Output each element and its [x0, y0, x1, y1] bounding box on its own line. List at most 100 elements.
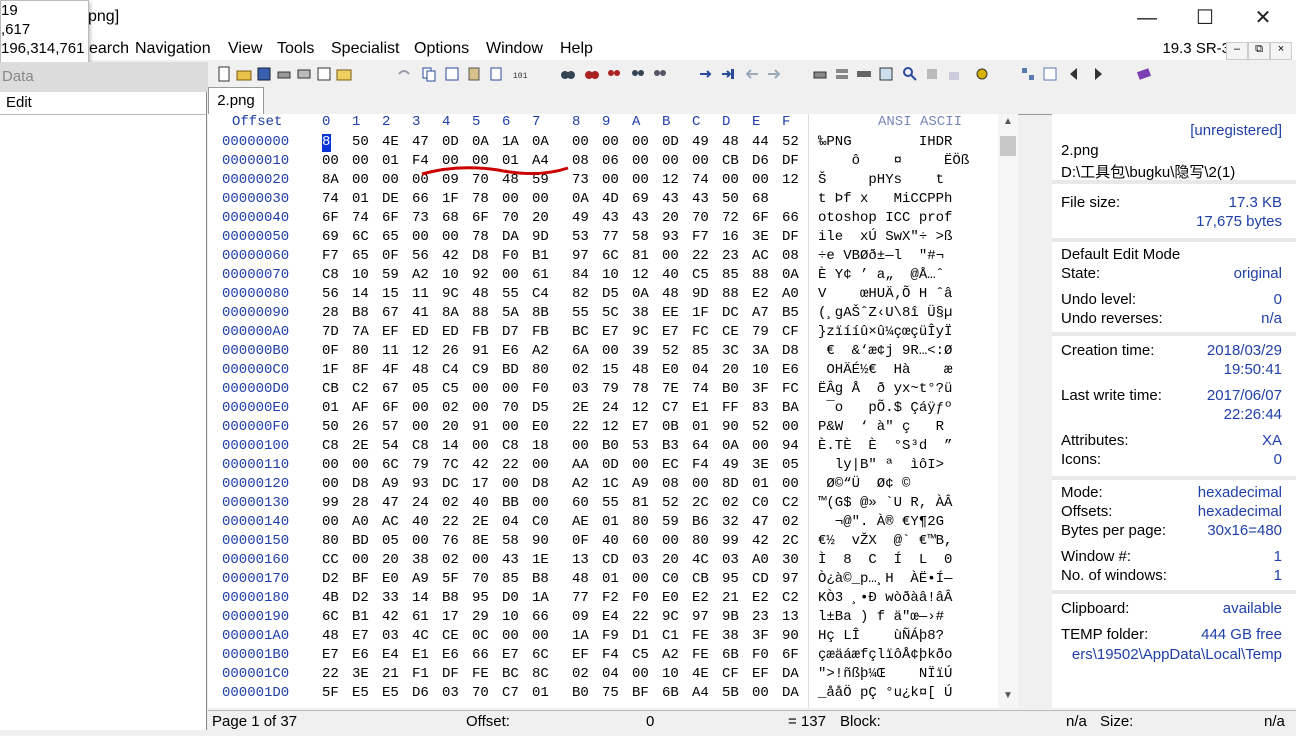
scroll-up-icon[interactable]: ▲ — [1000, 116, 1016, 132]
hex-byte[interactable]: 59 — [382, 266, 399, 285]
binary-icon[interactable]: 101 — [513, 66, 529, 82]
hex-byte[interactable]: A2 — [572, 475, 589, 494]
hex-byte[interactable]: E4 — [382, 646, 399, 665]
hex-byte[interactable]: AA — [572, 456, 589, 475]
hex-byte[interactable]: E2 — [752, 589, 769, 608]
hex-byte[interactable]: CD — [752, 570, 769, 589]
hex-byte[interactable]: 04 — [602, 665, 619, 684]
hex-byte[interactable]: 70 — [472, 684, 489, 703]
hex-byte[interactable]: AF — [352, 399, 369, 418]
hex-byte[interactable]: CB — [692, 570, 709, 589]
forward-icon[interactable] — [766, 66, 782, 82]
hex-byte[interactable]: 9C — [662, 608, 679, 627]
hex-byte[interactable]: 01 — [352, 190, 369, 209]
hex-byte[interactable]: 14 — [352, 285, 369, 304]
hex-byte[interactable]: 41 — [412, 304, 429, 323]
hex-byte[interactable]: 00 — [752, 684, 769, 703]
hex-byte[interactable]: D8 — [532, 475, 549, 494]
hex-byte[interactable]: ED — [412, 323, 429, 342]
hex-byte[interactable]: CE — [722, 323, 739, 342]
hex-byte[interactable]: 70 — [472, 570, 489, 589]
hex-byte[interactable]: 48 — [722, 133, 739, 152]
hex-byte[interactable]: 75 — [602, 684, 619, 703]
hex-byte[interactable]: 0D — [602, 456, 619, 475]
hex-byte[interactable]: 67 — [382, 380, 399, 399]
hex-byte[interactable]: 70 — [692, 209, 709, 228]
hex-byte[interactable]: 72 — [722, 209, 739, 228]
hex-byte[interactable]: 01 — [602, 513, 619, 532]
hex-byte[interactable]: 0F — [322, 342, 339, 361]
hex-byte[interactable]: 00 — [532, 190, 549, 209]
find-icon[interactable] — [560, 66, 576, 82]
hex-byte[interactable]: 22 — [692, 247, 709, 266]
hex-byte[interactable]: 00 — [502, 380, 519, 399]
mdi-restore-button[interactable]: ⧉ — [1248, 42, 1270, 60]
hex-byte[interactable]: BB — [502, 494, 519, 513]
hex-byte[interactable]: 97 — [572, 247, 589, 266]
hex-byte[interactable]: DA — [782, 684, 799, 703]
hex-byte[interactable]: 1A — [532, 589, 549, 608]
hex-byte[interactable]: BF — [352, 570, 369, 589]
hex-byte[interactable]: FE — [692, 646, 709, 665]
hex-byte[interactable]: 48 — [662, 285, 679, 304]
hex-byte[interactable]: 3A — [752, 342, 769, 361]
hex-byte[interactable]: 5F — [442, 570, 459, 589]
hex-byte[interactable]: 03 — [382, 627, 399, 646]
hex-byte[interactable]: 5B — [722, 684, 739, 703]
ascii-text[interactable]: Ì 8 C Í L 0 — [818, 551, 952, 570]
hex-byte[interactable]: 8E — [472, 532, 489, 551]
hex-byte[interactable]: 15 — [382, 285, 399, 304]
hex-byte[interactable]: EC — [662, 456, 679, 475]
hex-byte[interactable]: 7A — [352, 323, 369, 342]
hex-byte[interactable]: EE — [662, 304, 679, 323]
hex-byte[interactable]: 05 — [382, 532, 399, 551]
hex-byte[interactable]: 74 — [692, 171, 709, 190]
hex-byte[interactable]: 16 — [722, 228, 739, 247]
hex-byte[interactable]: 90 — [532, 532, 549, 551]
hex-byte[interactable]: 4B — [322, 589, 339, 608]
hex-byte[interactable]: 92 — [472, 266, 489, 285]
hex-byte[interactable]: 12 — [782, 171, 799, 190]
hex-byte[interactable]: 22 — [502, 456, 519, 475]
hex-byte[interactable]: 22 — [572, 418, 589, 437]
hex-byte[interactable]: 0D — [442, 133, 459, 152]
hex-byte[interactable]: 50 — [722, 190, 739, 209]
hex-byte[interactable]: 12 — [412, 342, 429, 361]
hex-byte[interactable]: 00 — [502, 266, 519, 285]
hex-byte[interactable]: C2 — [782, 589, 799, 608]
hex-byte[interactable]: 0A — [722, 437, 739, 456]
hex-byte[interactable]: 93 — [662, 228, 679, 247]
hex-byte[interactable]: 0F — [572, 532, 589, 551]
hex-byte[interactable]: 80 — [692, 532, 709, 551]
hex-byte[interactable]: E1 — [412, 646, 429, 665]
hex-byte[interactable]: 6F — [322, 209, 339, 228]
hex-byte[interactable]: 6C — [532, 646, 549, 665]
hex-byte[interactable]: DA — [502, 228, 519, 247]
hex-byte[interactable]: 00 — [572, 437, 589, 456]
hex-byte[interactable]: 11 — [382, 342, 399, 361]
hex-byte[interactable]: 01 — [322, 399, 339, 418]
hex-byte[interactable]: 00 — [782, 475, 799, 494]
hex-byte[interactable]: 00 — [532, 627, 549, 646]
hex-byte[interactable]: 10 — [752, 361, 769, 380]
hex-byte[interactable]: 00 — [752, 171, 769, 190]
hex-byte[interactable]: 30 — [782, 551, 799, 570]
hex-byte[interactable]: 26 — [442, 342, 459, 361]
hex-byte[interactable]: E7 — [602, 323, 619, 342]
hex-byte[interactable]: 09 — [572, 608, 589, 627]
ascii-text[interactable]: t Þf x MiCCPPh — [818, 190, 952, 209]
ascii-text[interactable]: _ååÖ pÇ °u¿k¤[ Ú — [818, 684, 952, 703]
ascii-text[interactable]: È.TÈ È °S³d ” — [818, 437, 952, 456]
hex-byte[interactable]: ED — [442, 323, 459, 342]
menu-navigation[interactable]: Navigation — [135, 40, 211, 58]
hex-byte[interactable]: F2 — [602, 589, 619, 608]
hex-byte[interactable]: D5 — [532, 399, 549, 418]
disk-icon[interactable] — [296, 66, 312, 82]
hex-byte[interactable]: 20 — [532, 209, 549, 228]
hex-byte[interactable]: D5 — [602, 285, 619, 304]
hex-byte[interactable]: 49 — [572, 209, 589, 228]
hex-byte[interactable]: 00 — [532, 494, 549, 513]
hex-byte[interactable]: 05 — [412, 380, 429, 399]
vertical-scrollbar[interactable] — [998, 114, 1018, 708]
hex-byte[interactable]: A2 — [532, 342, 549, 361]
